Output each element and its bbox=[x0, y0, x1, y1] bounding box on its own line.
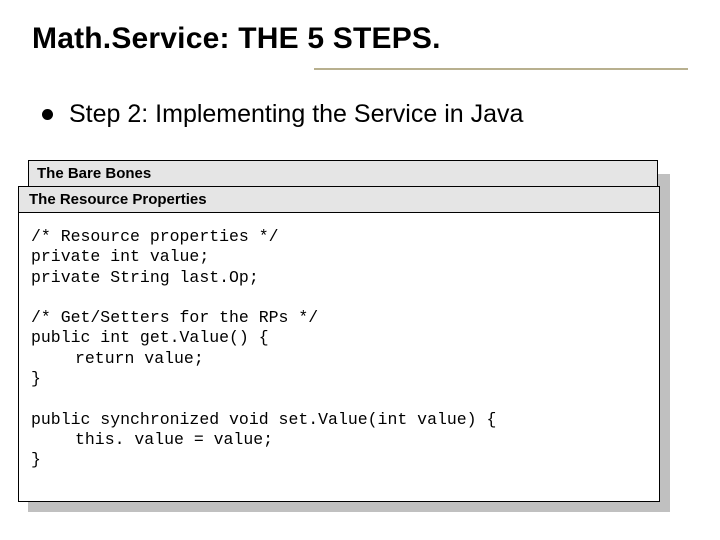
code-line: /* Get/Setters for the RPs */ bbox=[31, 308, 318, 327]
code-line: private String last.Op; bbox=[31, 268, 259, 287]
code-body: /* Resource properties */ private int va… bbox=[19, 213, 659, 501]
code-line: this. value = value; bbox=[31, 430, 647, 450]
bullet-row: Step 2: Implementing the Service in Java bbox=[42, 100, 688, 129]
title-underline bbox=[314, 68, 688, 70]
code-line: public synchronized void set.Value(int v… bbox=[31, 410, 496, 429]
code-line: } bbox=[31, 450, 41, 469]
code-line bbox=[31, 389, 41, 408]
code-line: } bbox=[31, 369, 41, 388]
front-box-header: The Resource Properties bbox=[19, 187, 659, 213]
slide: Math.Service: THE 5 STEPS. Step 2: Imple… bbox=[0, 0, 720, 540]
code-line bbox=[31, 288, 41, 307]
code-line: private int value; bbox=[31, 247, 209, 266]
bullet-icon bbox=[42, 109, 53, 120]
code-line: /* Resource properties */ bbox=[31, 227, 279, 246]
code-line: return value; bbox=[31, 349, 647, 369]
bullet-text: Step 2: Implementing the Service in Java bbox=[69, 100, 523, 129]
front-box: The Resource Properties /* Resource prop… bbox=[18, 186, 660, 502]
code-line: public int get.Value() { bbox=[31, 328, 269, 347]
back-box-header: The Bare Bones bbox=[29, 161, 657, 187]
slide-title: Math.Service: THE 5 STEPS. bbox=[32, 22, 688, 56]
